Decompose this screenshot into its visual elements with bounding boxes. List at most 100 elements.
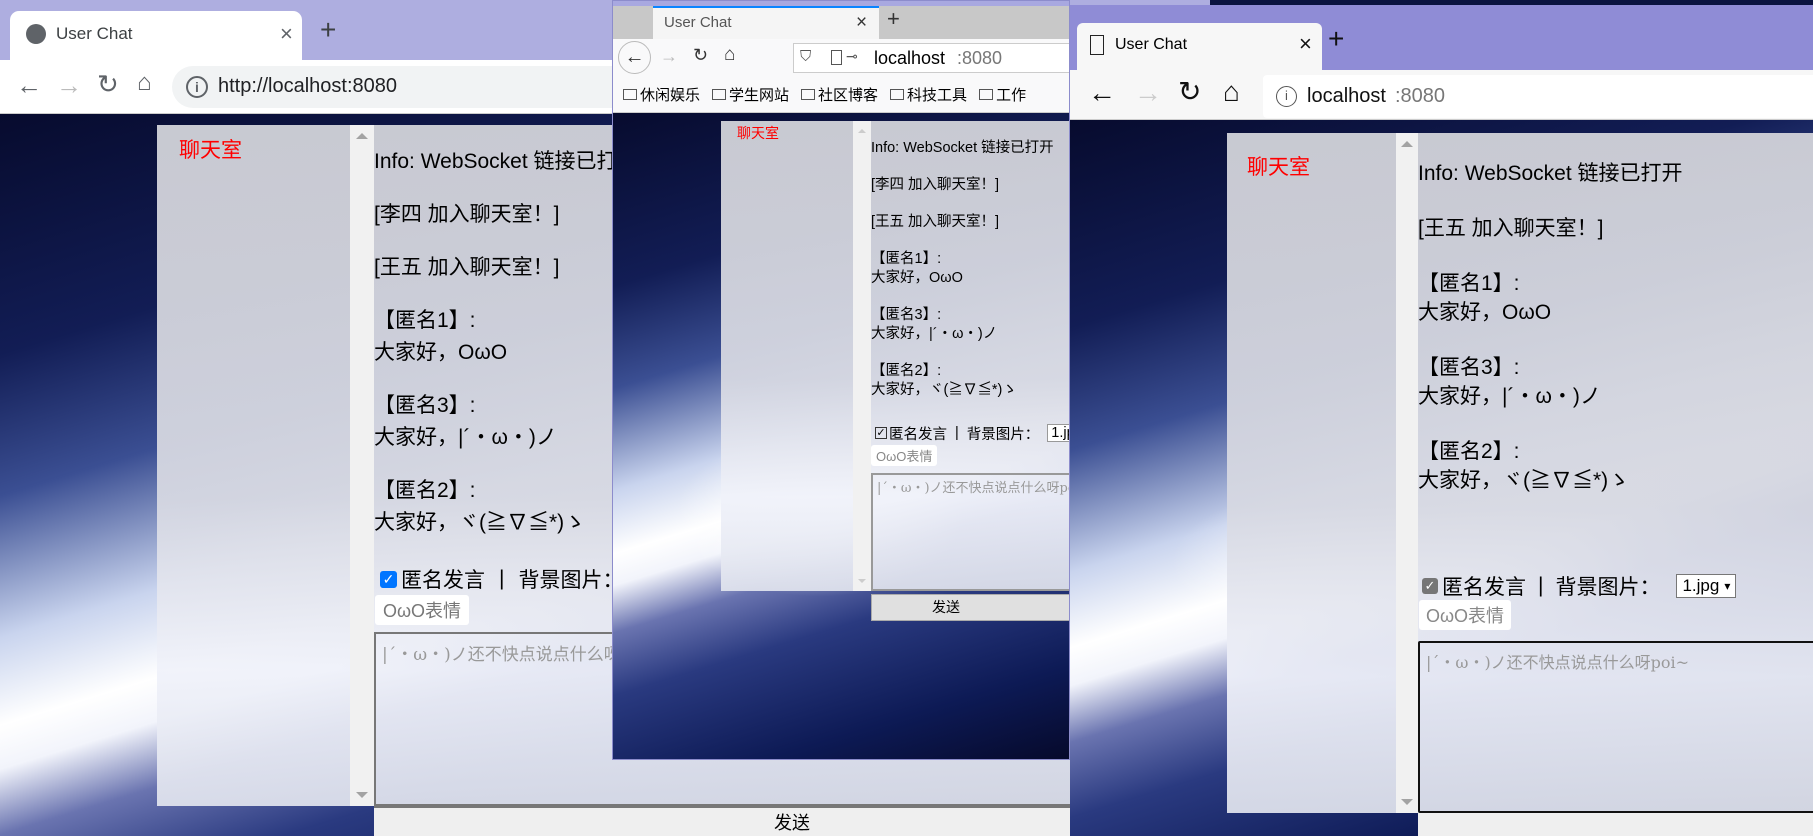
- message-input[interactable]: |´・ω・)ノ还不快点说点什么呀poi~: [1418, 641, 1813, 813]
- chat-message: 【匿名3】: 大家好，|´・ω・)ノ: [871, 306, 1069, 344]
- emoji-button[interactable]: OωO表情: [871, 445, 938, 466]
- separator: |: [1538, 574, 1544, 597]
- tab-user-chat[interactable]: User Chat ×: [1077, 23, 1322, 70]
- message-list: Info: WebSocket 链接已打开 [李四 加入聊天室！] [王五 加入聊天…: [871, 139, 1069, 400]
- forward-icon[interactable]: →: [660, 47, 678, 65]
- page-icon: [1090, 35, 1104, 55]
- close-tab-icon[interactable]: ×: [856, 13, 867, 32]
- bookmark-folder[interactable]: 社区博客: [801, 84, 878, 105]
- info-icon[interactable]: i: [1276, 86, 1297, 107]
- url-host: localhost: [1307, 85, 1386, 107]
- room-title: 聊天室: [737, 125, 779, 141]
- home-icon[interactable]: ⌂: [137, 71, 152, 95]
- anonymous-checkbox[interactable]: ✓: [1422, 578, 1438, 594]
- home-icon[interactable]: ⌂: [1223, 78, 1240, 106]
- message-sender: 【匿名3】:: [1418, 356, 1520, 379]
- background-label: 背景图片：: [966, 426, 1040, 443]
- scrollbar[interactable]: [1396, 133, 1418, 813]
- scrollbar[interactable]: [350, 125, 374, 806]
- folder-icon: [890, 88, 905, 100]
- message-text: 大家好，ヾ(≧∇≦*)ゝ: [1418, 469, 1630, 492]
- home-icon[interactable]: ⌂: [724, 45, 735, 64]
- background-label: 背景图片：: [1555, 576, 1661, 599]
- chat-area: Info: WebSocket 链接已打开 [李四 加入聊天室！] [王五 加入聊天…: [871, 121, 1069, 591]
- tab-user-chat[interactable]: User Chat ×: [10, 11, 302, 60]
- message-input[interactable]: |´・ω・)ノ还不快点说点什么呀poi~: [871, 473, 1069, 591]
- chevron-down-icon: ▾: [1724, 579, 1731, 593]
- back-icon[interactable]: ←: [618, 41, 651, 74]
- system-message: Info: WebSocket 链接已打开: [871, 139, 1069, 158]
- url-host: localhost: [874, 48, 946, 68]
- anonymous-label: 匿名发言: [889, 426, 947, 443]
- message-sender: 【匿名1】:: [1418, 272, 1520, 295]
- message-text: [李四 加入聊天室！]: [871, 177, 1000, 193]
- options-row: ✓ 匿名发言 | 背景图片： 1.jpg ▾: [1422, 571, 1737, 601]
- edge-window: User Chat × + ← → ↻ ⌂ i localhost :8080 …: [1070, 5, 1813, 836]
- tab-user-chat[interactable]: User Chat ×: [653, 6, 879, 39]
- separator: |: [499, 567, 505, 590]
- message-sender: 【匿名2】:: [871, 363, 942, 379]
- message-sender: 【匿名3】:: [871, 307, 942, 323]
- firefox-window: User Chat × + ← → ↻ ⌂ ⛉ ⊸ localhost :808…: [612, 0, 1070, 760]
- tab-title: User Chat: [1115, 36, 1188, 53]
- anonymous-label: 匿名发言: [401, 569, 485, 592]
- folder-icon: [801, 88, 816, 100]
- key-icon: ⊸: [846, 48, 858, 64]
- refresh-icon[interactable]: ↻: [1178, 78, 1201, 106]
- user-list-panel: 聊天室: [157, 125, 350, 806]
- anonymous-checkbox[interactable]: ✓: [875, 427, 887, 439]
- reload-icon[interactable]: ↻: [693, 46, 708, 64]
- close-tab-icon[interactable]: ×: [1299, 33, 1312, 55]
- forward-icon[interactable]: →: [1134, 79, 1162, 107]
- message-text: Info: WebSocket 链接已打开: [1418, 162, 1683, 185]
- room-title: 聊天室: [179, 139, 242, 162]
- background-select-value: 1.jpg: [1682, 576, 1720, 595]
- message-text: 大家好，OωO: [1418, 301, 1552, 324]
- message-text: 大家好，|´・ω・)ノ: [871, 326, 998, 342]
- anonymous-label: 匿名发言: [1442, 576, 1526, 599]
- system-message: [李四 加入聊天室！]: [871, 176, 1069, 195]
- options-row: ✓ 匿名发言 | 背景图片： 1.jpg: [875, 423, 1069, 443]
- scrollbar[interactable]: [853, 121, 871, 591]
- background-select[interactable]: 1.jpg: [1047, 424, 1069, 442]
- folder-icon: [623, 88, 637, 100]
- address-bar[interactable]: ⛉ ⊸ localhost :8080: [793, 43, 1069, 73]
- background-select[interactable]: 1.jpg ▾: [1676, 574, 1737, 598]
- forward-icon[interactable]: →: [56, 72, 82, 98]
- separator: |: [955, 425, 959, 441]
- tab-title: User Chat: [56, 24, 133, 43]
- emoji-button[interactable]: OωO表情: [375, 595, 470, 625]
- send-button-area: [1418, 813, 1813, 836]
- bookmark-folder[interactable]: 学生网站: [712, 84, 789, 105]
- new-tab-icon[interactable]: +: [1328, 25, 1344, 53]
- shield-icon: ⛉: [800, 48, 812, 65]
- emoji-button[interactable]: OωO表情: [1419, 600, 1512, 630]
- bookmark-folder[interactable]: 工作: [979, 84, 1026, 105]
- message-text: 大家好，ヾ(≧∇≦*)ゝ: [871, 382, 1017, 398]
- tab-title: User Chat: [664, 14, 732, 31]
- bookmark-folder[interactable]: 休闲娱乐: [623, 84, 700, 105]
- page-icon: [831, 50, 842, 65]
- info-icon[interactable]: i: [186, 76, 208, 98]
- send-button[interactable]: 发送: [871, 594, 1069, 621]
- close-tab-icon[interactable]: ×: [280, 23, 293, 45]
- new-tab-icon[interactable]: +: [887, 8, 900, 30]
- bookmark-folder[interactable]: 科技工具: [890, 84, 967, 105]
- reload-icon[interactable]: ↻: [97, 71, 119, 97]
- chat-message: 【匿名3】: 大家好，|´・ω・)ノ: [1418, 353, 1813, 411]
- toolbar: ← → ↻ ⌂ i localhost :8080: [1070, 70, 1813, 120]
- message-text: 大家好，|´・ω・)ノ: [1418, 385, 1601, 408]
- new-tab-icon[interactable]: +: [320, 16, 336, 44]
- back-icon[interactable]: ←: [16, 72, 42, 98]
- back-icon[interactable]: ←: [1088, 79, 1116, 107]
- system-message: [王五 加入聊天室！]: [1418, 214, 1813, 243]
- url-text: http://localhost:8080: [218, 75, 398, 97]
- user-list-panel: 聊天室: [721, 121, 853, 591]
- toolbar: ← → ↻ ⌂ ⛉ ⊸ localhost :8080: [613, 39, 1069, 76]
- folder-icon: [712, 88, 727, 100]
- address-bar[interactable]: i localhost :8080: [1263, 75, 1813, 118]
- message-text: Info: WebSocket 链接已打开: [871, 140, 1054, 156]
- folder-icon: [979, 88, 994, 100]
- options-row: ✓ 匿名发言 | 背景图片：: [380, 563, 623, 595]
- anonymous-checkbox[interactable]: ✓: [380, 570, 397, 588]
